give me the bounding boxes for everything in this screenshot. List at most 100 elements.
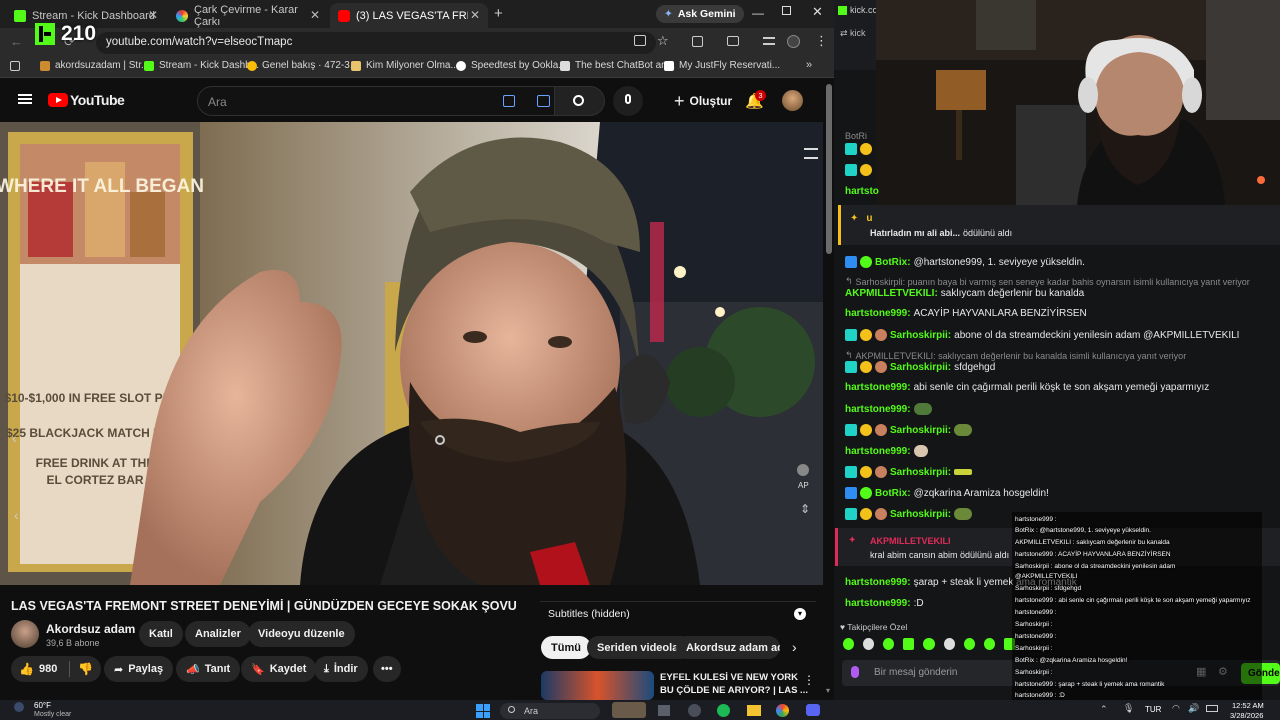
cast-icon[interactable] <box>634 35 646 46</box>
more-bookmarks-icon[interactable]: » <box>806 59 812 71</box>
kick-tab[interactable]: kick.co <box>838 5 878 15</box>
share-button[interactable]: ➦ Paylaş <box>104 656 174 682</box>
taskbar-widget[interactable] <box>612 702 646 718</box>
weather-temp[interactable]: 60°F <box>34 701 51 710</box>
chat-message: AKPMILLETVEKILI: saklıycam değerlenir bu … <box>845 288 1085 299</box>
emote-bar[interactable] <box>843 638 1018 654</box>
subtitles-panel[interactable]: Subtitles (hidden) ▾ <box>540 601 816 627</box>
analytics-button[interactable]: Analizler <box>185 621 251 647</box>
ask-gemini-button[interactable]: ✦ Ask Gemini <box>656 5 744 23</box>
bookmark-item[interactable]: My JustFly Reservati... <box>664 60 780 71</box>
clock-time[interactable]: 12:52 AM <box>1232 701 1264 710</box>
chips-next-icon[interactable]: › <box>792 639 797 655</box>
kick-tab-2[interactable]: ⇄ kick <box>840 28 866 39</box>
hamburger-menu-icon[interactable] <box>18 94 32 104</box>
chevron-down-icon[interactable]: ▾ <box>794 608 806 620</box>
emote-icon <box>954 469 973 475</box>
url-bar[interactable]: youtube.com/watch?v=elseocTmapc <box>96 32 656 54</box>
minimize-icon[interactable]: — <box>752 6 764 20</box>
extensions-icon[interactable] <box>692 36 703 47</box>
start-button[interactable] <box>476 704 490 718</box>
close-icon[interactable]: ✕ <box>310 8 320 22</box>
youtube-search-input[interactable]: Ara <box>197 86 555 116</box>
search-button[interactable] <box>555 86 605 116</box>
video-player[interactable]: WHERE IT ALL BEGAN $10-$1,000 IN FREE SL… <box>0 122 823 585</box>
dislike-icon[interactable]: 👎 <box>78 662 93 676</box>
like-icon[interactable]: 👍 <box>19 662 34 676</box>
spotify-icon[interactable] <box>717 704 730 717</box>
language-indicator[interactable]: TUR <box>1145 705 1161 714</box>
edit-video-button[interactable]: Videoyu düzenle <box>248 621 355 647</box>
promote-button[interactable]: 📣 Tanıt <box>176 656 241 682</box>
download-icon: ⤓ <box>324 662 329 675</box>
account-avatar[interactable] <box>782 90 803 111</box>
discord-icon[interactable] <box>806 704 820 716</box>
next-video-thumbnail[interactable] <box>541 671 654 700</box>
wifi-icon[interactable]: ◠ <box>1172 703 1180 714</box>
maximize-icon[interactable] <box>782 6 791 15</box>
window-close-icon[interactable]: ✕ <box>812 4 823 20</box>
youtube-logo[interactable]: YouTube <box>48 92 125 108</box>
download-button[interactable]: ⤓ İndir <box>314 656 368 682</box>
tab-cark[interactable]: Çark Çevirme - Karar Çarkı ✕ <box>168 3 328 28</box>
close-icon[interactable]: ✕ <box>470 8 480 22</box>
next-video-title[interactable]: EYFEL KULESİ VE NEW YORK <box>660 672 798 683</box>
channel-avatar[interactable] <box>11 620 39 648</box>
bookmark-item[interactable]: Speedtest by Ookla... <box>456 60 567 71</box>
taskbar-search[interactable]: Ara <box>500 703 600 719</box>
voice-search-button[interactable] <box>613 86 643 116</box>
bookmark-item[interactable]: Stream - Kick Dashb... <box>144 60 259 71</box>
chip-all[interactable]: Tümü <box>541 636 591 659</box>
autoplay-label[interactable]: AP <box>798 481 809 490</box>
chapters-menu-icon[interactable] <box>804 148 818 159</box>
bookmark-item[interactable]: The best ChatBot an... <box>560 60 675 71</box>
bookmark-item[interactable]: Genel bakış · 472-3... <box>247 60 358 71</box>
chat-message: hartstone999: ACAYİP HAYVANLARA BENZİYİRS… <box>845 308 1087 319</box>
back-icon[interactable]: ← <box>10 34 23 49</box>
like-count[interactable]: 980 <box>39 663 57 675</box>
create-label: Oluştur <box>689 94 733 108</box>
previous-icon[interactable]: ‹ <box>12 430 17 446</box>
profile-avatar[interactable] <box>787 35 800 48</box>
bookmark-item[interactable]: akordsuzadam | Str... <box>40 60 149 71</box>
bookmark-item[interactable]: Kim Milyoner Olma... <box>351 60 459 71</box>
tab-youtube-video[interactable]: (3) LAS VEGAS'TA FREMONT ST ✕ <box>330 3 488 28</box>
chat-message: hartstone999: <box>845 403 935 415</box>
channel-name[interactable]: Akordsuz adam <box>46 622 135 636</box>
subscriber-count: 39,6 B abone <box>46 638 100 648</box>
join-button[interactable]: Katıl <box>139 621 183 647</box>
apps-grid-icon[interactable] <box>10 61 20 71</box>
clock-date[interactable]: 3/28/2026 <box>1230 711 1263 720</box>
tray-mic-icon[interactable]: 🎙 <box>1123 703 1134 714</box>
weather-icon[interactable] <box>14 702 24 712</box>
battery-icon[interactable] <box>1206 705 1218 712</box>
translate-icon[interactable] <box>503 95 515 107</box>
expand-chevrons-icon[interactable]: ⇕ <box>800 502 810 516</box>
scroll-down-icon[interactable]: ▾ <box>826 686 830 695</box>
chrome-icon[interactable] <box>776 704 789 717</box>
new-tab-icon[interactable]: + <box>494 5 503 22</box>
split-view-icon[interactable] <box>727 36 739 46</box>
badge-icon <box>860 164 872 176</box>
tab-search-icon[interactable] <box>763 37 775 45</box>
obs-icon[interactable] <box>688 704 701 717</box>
more-actions-button[interactable]: ••• <box>373 656 401 682</box>
file-explorer-icon[interactable] <box>747 705 761 716</box>
close-icon[interactable]: ✕ <box>148 8 158 22</box>
volume-icon[interactable]: 🔊 <box>1188 703 1199 714</box>
chip-channel[interactable]: Akordsuz adam adlı y <box>676 636 780 659</box>
page-scrollbar[interactable] <box>826 84 832 254</box>
next-video-title-2[interactable]: BU ÇÖLDE NE ARIYOR? | LAS ... <box>660 685 808 696</box>
save-button[interactable]: 🔖 Kaydet <box>241 656 317 682</box>
tray-chevron-icon[interactable]: ⌃ <box>1100 704 1108 715</box>
keyboard-icon[interactable] <box>537 95 550 107</box>
bookmark-star-icon[interactable]: ☆ <box>657 33 669 49</box>
previous-chapter-icon[interactable]: ‹ <box>14 507 19 523</box>
video-menu-icon[interactable]: ⋮ <box>803 673 815 687</box>
task-view-icon[interactable] <box>658 705 670 716</box>
webcam-feed <box>876 0 1280 225</box>
microphone-icon[interactable] <box>851 666 859 678</box>
create-button[interactable]: + Oluştur <box>664 86 742 116</box>
browser-menu-icon[interactable]: ⋮ <box>815 33 828 49</box>
weather-desc: Mostly clear <box>34 711 72 718</box>
